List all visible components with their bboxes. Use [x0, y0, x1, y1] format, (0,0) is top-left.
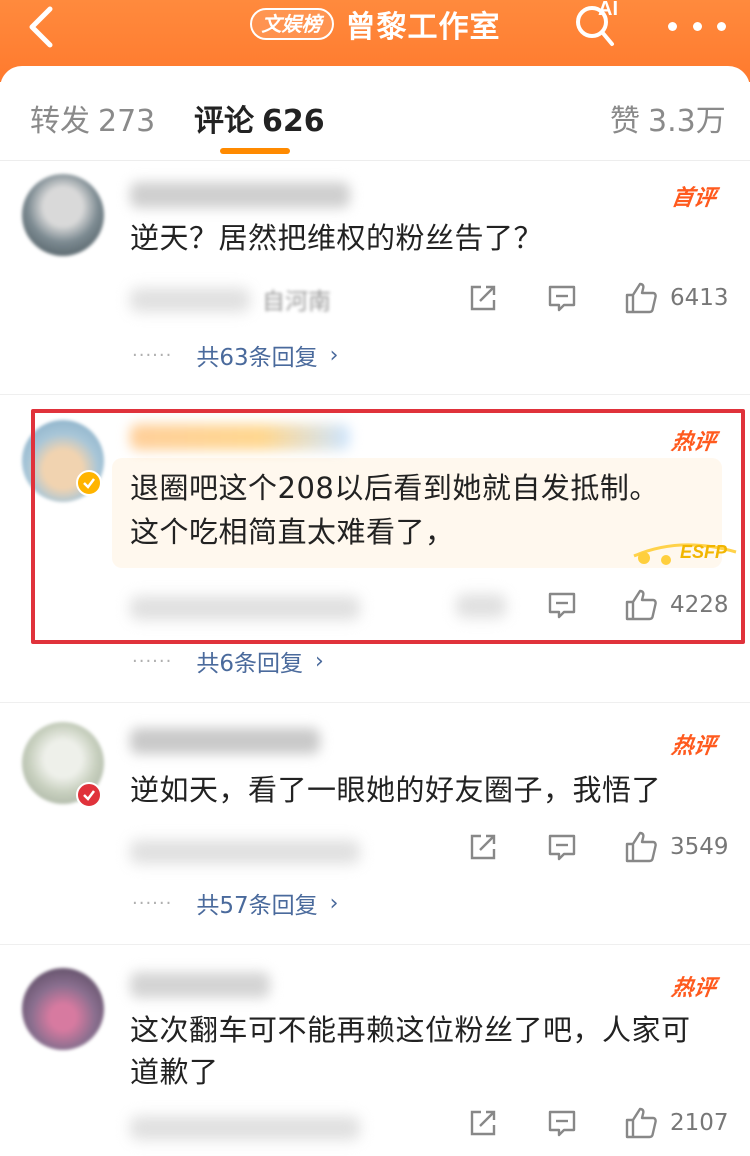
title-area: 文娱榜 曾黎工作室: [0, 4, 750, 45]
thumbs-up-icon[interactable]: [624, 830, 658, 864]
replies-label: 共6条回复: [196, 651, 303, 677]
divider: [0, 160, 750, 161]
more-button[interactable]: [664, 8, 730, 44]
highlight-frame: [31, 409, 745, 644]
comment-location: 自河南: [262, 289, 331, 315]
avatar[interactable]: [22, 174, 104, 256]
tab-comments[interactable]: 评论 626: [194, 96, 325, 140]
divider: [0, 944, 750, 945]
tab-likes[interactable]: 赞 3.3万: [610, 96, 726, 140]
ai-label: AI: [598, 0, 618, 20]
meta-blurred: [130, 288, 250, 312]
tab-reposts[interactable]: 转发 273: [30, 96, 155, 140]
comment-icon[interactable]: [547, 832, 577, 862]
comment-icon[interactable]: [547, 1108, 577, 1138]
share-icon[interactable]: [468, 283, 498, 313]
verified-icon: [76, 782, 102, 808]
thumbs-up-icon[interactable]: [624, 281, 658, 315]
tab-count: 3.3万: [648, 104, 726, 139]
comment-icon[interactable]: [547, 283, 577, 313]
chevron-right-icon: ›: [329, 890, 339, 916]
tab-label: 转发: [30, 104, 90, 139]
ai-search-button[interactable]: AI: [572, 0, 628, 50]
brand-badge[interactable]: 文娱榜: [249, 8, 334, 40]
like-count: 2107: [670, 1110, 729, 1136]
like-count: 6413: [670, 285, 729, 311]
tab-label: 评论: [194, 104, 254, 139]
share-icon[interactable]: [468, 1108, 498, 1138]
tab-indicator: [220, 148, 290, 154]
replies-link[interactable]: ······ 共63条回复 ›: [132, 338, 338, 372]
comment-text: 逆天？居然把维权的粉丝告了？: [130, 221, 544, 255]
divider: [0, 394, 750, 395]
more-icon-dot: [692, 21, 702, 31]
replies-label: 共63条回复: [196, 345, 318, 371]
dots-decor: ······: [132, 650, 173, 672]
first-comment-tag: 首评: [669, 186, 718, 211]
comment-text: 逆如天，看了一眼她的好友圈子，我悟了: [130, 773, 662, 807]
divider: [0, 702, 750, 703]
comment-text-line: 道歉了: [130, 1055, 219, 1089]
dots-decor: ······: [132, 344, 173, 366]
tab-label: 赞: [610, 104, 640, 139]
chevron-right-icon: ›: [329, 342, 339, 368]
chevron-right-icon: ›: [314, 648, 324, 674]
tab-count: 273: [98, 104, 156, 139]
more-icon-dot: [717, 21, 726, 31]
like-count: 3549: [670, 834, 729, 860]
replies-link[interactable]: ······ 共6条回复 ›: [132, 644, 324, 678]
username-blurred[interactable]: [130, 972, 270, 998]
avatar[interactable]: [22, 968, 104, 1050]
page-title: 曾黎工作室: [345, 10, 501, 45]
tab-bar: 转发 273 评论 626 赞 3.3万: [0, 66, 750, 162]
tab-count: 626: [262, 104, 325, 139]
thumbs-up-icon[interactable]: [624, 1106, 658, 1140]
comment-text-line: 这次翻车可不能再赖这位粉丝了吧，人家可: [130, 1013, 691, 1047]
hot-comment-tag: 热评: [669, 734, 718, 759]
share-icon[interactable]: [468, 832, 498, 862]
username-blurred[interactable]: [130, 182, 350, 208]
dots-decor: ······: [132, 892, 173, 914]
username-blurred[interactable]: [130, 728, 320, 754]
meta-blurred: [130, 1116, 360, 1140]
meta-blurred: [130, 840, 360, 864]
replies-label: 共57条回复: [196, 893, 318, 919]
more-icon: [668, 21, 677, 31]
hot-comment-tag: 热评: [669, 976, 718, 1001]
replies-link[interactable]: ······ 共57条回复 ›: [132, 886, 338, 920]
